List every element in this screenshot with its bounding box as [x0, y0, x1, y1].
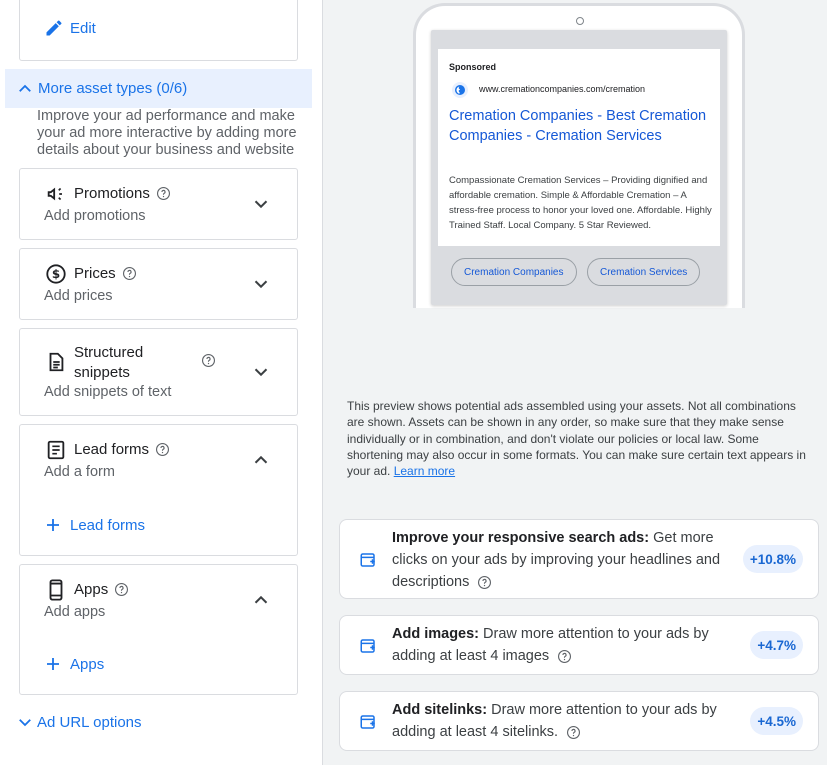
recommendation-text: Add sitelinks: Draw more attention to yo… — [392, 699, 737, 743]
promotions-title-text: Promotions — [74, 185, 150, 202]
ad-headline[interactable]: Cremation Companies - Best Cremation Com… — [449, 107, 711, 146]
promotions-subtitle: Add promotions — [44, 208, 146, 224]
help-icon[interactable] — [155, 442, 170, 457]
chevron-up-icon[interactable] — [250, 449, 272, 471]
recommendation-card[interactable]: Add images: Draw more attention to your … — [339, 615, 819, 675]
globe-icon — [452, 82, 468, 98]
help-icon[interactable] — [566, 725, 581, 740]
recommendation-card[interactable]: Improve your responsive search ads: Get … — [339, 519, 819, 599]
help-icon[interactable] — [201, 353, 216, 368]
apps-title-text: Apps — [74, 581, 109, 598]
prices-title-text: Prices — [74, 265, 116, 282]
more-asset-types-description: Improve your ad performance and make you… — [37, 108, 297, 158]
edit-card: Edit — [19, 0, 298, 61]
plus-icon — [47, 658, 59, 670]
structured-snippets-card[interactable]: Structured snippets Add snippets of text — [19, 328, 298, 416]
promotions-card[interactable]: Promotions Add promotions — [19, 168, 298, 240]
edit-button[interactable]: Edit — [44, 18, 96, 38]
preview-note: This preview shows potential ads assembl… — [347, 398, 807, 479]
more-asset-types-title: More asset types (0/6) — [38, 80, 188, 97]
chevron-down-icon[interactable] — [250, 273, 272, 295]
sponsored-label: Sponsored — [449, 62, 497, 72]
sitelink-chip[interactable]: Cremation Services — [587, 258, 701, 286]
ad-edit-icon — [360, 639, 375, 653]
document-icon — [49, 352, 64, 372]
phone-preview: Sponsored www.cremationcompanies.com/cre… — [413, 3, 745, 308]
recommendation-text: Improve your responsive search ads: Get … — [392, 527, 737, 593]
add-apps-button[interactable]: Apps — [44, 655, 104, 673]
ad-edit-icon — [360, 553, 375, 567]
prices-card[interactable]: $ Prices Add prices — [19, 248, 298, 320]
ad-url-options-label: Ad URL options — [37, 713, 142, 731]
structured-snippets-subtitle: Add snippets of text — [44, 384, 172, 400]
promotion-megaphone-icon — [47, 187, 62, 201]
phone-camera — [576, 17, 584, 25]
uplift-badge: +4.7% — [750, 631, 803, 659]
lead-forms-card: Lead forms Add a form Lead forms — [19, 424, 298, 556]
lead-forms-title: Lead forms — [74, 441, 170, 458]
add-apps-label: Apps — [70, 655, 105, 673]
svg-text:$: $ — [52, 267, 60, 281]
recommendation-title: Add images: — [392, 626, 480, 642]
ad-description: Compassionate Cremation Services – Provi… — [449, 175, 712, 231]
help-icon[interactable] — [156, 186, 171, 201]
chevron-up-icon[interactable] — [250, 589, 272, 611]
prices-subtitle: Add prices — [44, 288, 113, 304]
plus-icon — [47, 519, 59, 531]
ad-url-options-toggle[interactable]: Ad URL options — [16, 713, 142, 731]
apps-card: Apps Add apps Apps — [19, 564, 298, 695]
recommendation-title: Add sitelinks: — [392, 702, 488, 718]
uplift-badge: +10.8% — [742, 545, 803, 573]
recommendation-card[interactable]: Add sitelinks: Draw more attention to yo… — [339, 691, 819, 751]
preview-panel: Sponsored www.cremationcompanies.com/cre… — [323, 0, 827, 765]
structured-snippets-title-line2: snippets — [74, 364, 130, 381]
help-icon[interactable] — [477, 575, 492, 590]
add-lead-forms-button[interactable]: Lead forms — [44, 516, 145, 534]
add-lead-forms-label: Lead forms — [70, 516, 146, 534]
more-asset-types-toggle[interactable]: More asset types (0/6) — [5, 69, 312, 108]
ad-preview: Sponsored www.cremationcompanies.com/cre… — [438, 49, 720, 246]
recommendation-title: Improve your responsive search ads: — [392, 530, 650, 546]
sitelink-chip[interactable]: Cremation Companies — [451, 258, 577, 286]
recommendation-text: Add images: Draw more attention to your … — [392, 623, 737, 667]
apps-title: Apps — [74, 581, 129, 598]
chevron-down-icon[interactable] — [250, 193, 272, 215]
form-icon — [47, 440, 65, 460]
price-dollar-icon: $ — [46, 264, 66, 284]
lead-forms-subtitle: Add a form — [44, 464, 115, 480]
ad-edit-icon — [360, 715, 375, 729]
phone-icon — [49, 579, 63, 601]
learn-more-link[interactable]: Learn more — [394, 464, 455, 478]
prices-title: Prices — [74, 265, 137, 282]
pencil-icon — [46, 20, 62, 36]
structured-snippets-title: Structured snippets — [74, 343, 143, 383]
chevron-down-icon — [19, 719, 31, 727]
phone-screen: Sponsored www.cremationcompanies.com/cre… — [431, 30, 727, 305]
help-icon[interactable] — [557, 649, 572, 664]
help-icon[interactable] — [122, 266, 137, 281]
lead-forms-title-text: Lead forms — [74, 441, 150, 458]
left-panel: Edit More asset types (0/6) Improve your… — [0, 0, 323, 765]
structured-snippets-title-line1: Structured — [74, 344, 144, 361]
uplift-badge: +4.5% — [750, 707, 803, 735]
chevron-up-icon — [19, 84, 31, 92]
help-icon[interactable] — [114, 582, 129, 597]
edit-label: Edit — [70, 19, 96, 37]
chevron-down-icon[interactable] — [250, 361, 272, 383]
ad-display-url: www.cremationcompanies.com/cremation — [479, 84, 646, 94]
promotions-title: Promotions — [74, 185, 171, 202]
apps-subtitle: Add apps — [44, 604, 106, 620]
